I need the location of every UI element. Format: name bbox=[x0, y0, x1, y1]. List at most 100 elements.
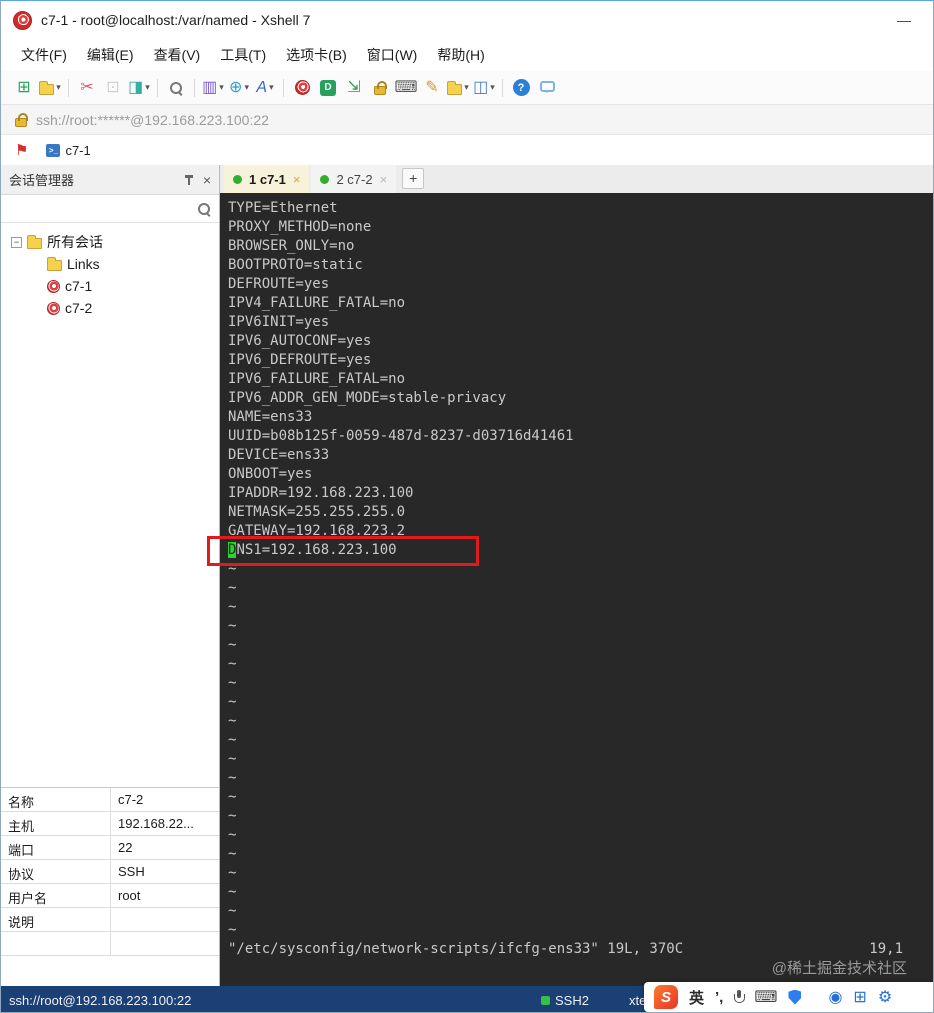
disconnect-icon[interactable]: ✂ bbox=[75, 76, 99, 100]
layout-icon[interactable]: ◫ ▾ bbox=[472, 76, 496, 100]
tab-status-icon bbox=[233, 174, 242, 184]
property-value: root bbox=[118, 888, 141, 903]
tray-circle-icon[interactable]: ◉ bbox=[828, 987, 842, 1007]
new-tab-button[interactable]: + bbox=[402, 168, 425, 189]
terminal-cursor: D bbox=[228, 542, 237, 558]
flag-icon[interactable]: ⚑ bbox=[15, 141, 28, 159]
toolbar-divider bbox=[502, 78, 503, 97]
sidebar-item-item[interactable]: − 所有会话 bbox=[1, 231, 219, 253]
tab-close-icon[interactable]: × bbox=[293, 172, 301, 187]
xshell-window: c7-1 - root@localhost:/var/named - Xshel… bbox=[0, 0, 934, 1013]
sidebar-filler bbox=[1, 956, 219, 986]
tab-close-icon[interactable]: × bbox=[380, 172, 388, 187]
property-value: 22 bbox=[118, 840, 133, 855]
session-properties-icon: ◨ bbox=[128, 78, 144, 96]
folder-icon bbox=[27, 235, 42, 249]
tab-status-icon bbox=[320, 174, 330, 184]
menu-item-tabs[interactable]: 选项卡(B) bbox=[276, 41, 357, 69]
terminal-tilde-line: ~ bbox=[228, 751, 237, 767]
menu-item-view[interactable]: 查看(V) bbox=[144, 41, 211, 69]
lock-icon[interactable] bbox=[368, 76, 392, 100]
send-text-icon: ▥ bbox=[202, 78, 218, 96]
dropdown-arrow-icon: ▾ bbox=[56, 82, 61, 92]
tray-gear-icon[interactable]: ⚙ bbox=[878, 987, 892, 1007]
property-row-name: 名称 c7-2 bbox=[1, 788, 219, 812]
session-properties-icon[interactable]: ◨ ▾ bbox=[127, 76, 151, 100]
pin-icon[interactable] bbox=[184, 174, 194, 186]
property-key: 名称 bbox=[1, 788, 111, 811]
toolbar-divider bbox=[68, 78, 69, 97]
property-value: SSH bbox=[118, 864, 145, 879]
terminal-tab-2-c7-2[interactable]: 2 c7-2 × bbox=[311, 165, 397, 193]
property-key: 主机 bbox=[1, 812, 111, 835]
highlight-pen-icon: ✎ bbox=[425, 78, 439, 96]
terminal-tilde-line: ~ bbox=[228, 561, 237, 577]
transfer-folder-icon bbox=[447, 80, 463, 95]
property-row-description: 说明 bbox=[1, 908, 219, 932]
font-icon[interactable]: A ▾ bbox=[253, 76, 277, 100]
new-session-icon: ⊞ bbox=[17, 78, 31, 96]
quick-session-label: c7-1 bbox=[65, 142, 91, 158]
sidebar-item-c7-1[interactable]: c7-1 bbox=[1, 275, 219, 297]
virtual-keyboard-icon[interactable]: ⌨ bbox=[754, 987, 777, 1007]
collapse-icon[interactable]: − bbox=[11, 236, 22, 248]
highlight-pen-icon[interactable]: ✎ bbox=[420, 76, 444, 100]
find-icon bbox=[169, 81, 183, 95]
terminal-tilde-line: ~ bbox=[228, 675, 237, 691]
help-icon[interactable]: ? bbox=[509, 76, 533, 100]
input-shield-icon[interactable] bbox=[788, 989, 802, 1005]
terminal-line: BOOTPROTO=static bbox=[228, 257, 363, 273]
microphone-icon[interactable] bbox=[734, 989, 746, 1005]
keyboard-icon: ⌨ bbox=[394, 78, 418, 96]
menu-item-tools[interactable]: 工具(T) bbox=[210, 41, 276, 69]
paste-icon: ⊡ bbox=[101, 76, 125, 100]
find-icon[interactable] bbox=[164, 76, 188, 100]
font-icon: A bbox=[256, 78, 268, 96]
tree-label: Links bbox=[67, 256, 100, 272]
send-text-icon[interactable]: ▥ ▾ bbox=[201, 76, 225, 100]
terminal-line: NETMASK=255.255.255.0 bbox=[228, 504, 406, 520]
vi-status-line: "/etc/sysconfig/network-scripts/ifcfg-en… bbox=[228, 940, 933, 959]
dropdown-arrow-icon: ▾ bbox=[464, 82, 469, 92]
property-row-protocol: 协议 SSH bbox=[1, 860, 219, 884]
feedback-icon[interactable] bbox=[535, 76, 559, 100]
ime-language-toggle[interactable]: 英 bbox=[689, 987, 704, 1008]
terminal-tilde-line: ~ bbox=[228, 599, 237, 615]
encoding-globe-icon[interactable]: ⊕ ▾ bbox=[227, 76, 251, 100]
menu-item-window[interactable]: 窗口(W) bbox=[357, 41, 428, 69]
keyboard-icon[interactable]: ⌨ bbox=[394, 76, 418, 100]
toolbar-divider bbox=[283, 78, 284, 97]
fullscreen-icon[interactable]: ⇲ bbox=[342, 76, 366, 100]
menu-item-file[interactable]: 文件(F) bbox=[11, 41, 77, 69]
menu-item-help[interactable]: 帮助(H) bbox=[427, 41, 494, 69]
address-url[interactable]: ssh://root:******@192.168.223.100:22 bbox=[36, 112, 269, 128]
new-session-icon[interactable]: ⊞ bbox=[12, 76, 36, 100]
transfer-folder-icon[interactable]: ▾ bbox=[446, 76, 470, 100]
toolbar-divider bbox=[157, 78, 158, 97]
terminal-line: IPV6_ADDR_GEN_MODE=stable-privacy bbox=[228, 390, 507, 406]
close-panel-icon[interactable]: × bbox=[203, 173, 211, 187]
terminal-line: UUID=b08b125f-0059-487d-8237-d03716d4146… bbox=[228, 428, 574, 444]
sidebar-item-links[interactable]: Links bbox=[1, 253, 219, 275]
session-search-box[interactable] bbox=[1, 195, 219, 223]
tray-grid-icon[interactable]: ⊞ bbox=[853, 987, 866, 1007]
terminal-line: NAME=ens33 bbox=[228, 409, 313, 425]
vi-cursor-position: 19,1 bbox=[869, 941, 903, 957]
menu-item-edit[interactable]: 编辑(E) bbox=[77, 41, 144, 69]
tab-label: 2 c7-2 bbox=[336, 171, 373, 187]
xshell-logo-icon[interactable] bbox=[290, 76, 314, 100]
terminal-tilde-line: ~ bbox=[228, 789, 237, 805]
terminal-screen[interactable]: TYPE=Ethernet PROXY_METHOD=none BROWSER_ON… bbox=[207, 193, 933, 986]
minimize-button[interactable]: — bbox=[887, 12, 921, 28]
terminal-tab-1-c7-1[interactable]: 1 c7-1 × bbox=[224, 165, 310, 193]
sogou-logo-icon[interactable]: S bbox=[654, 985, 678, 1009]
folder-icon bbox=[47, 257, 62, 271]
address-lock-icon bbox=[15, 113, 28, 127]
xftp-icon[interactable]: D bbox=[316, 76, 340, 100]
quick-session-button[interactable]: >_ c7-1 bbox=[40, 141, 96, 160]
property-value bbox=[111, 932, 219, 955]
sidebar-item-c7-2[interactable]: c7-2 bbox=[1, 297, 219, 319]
ime-punctuation-toggle[interactable]: ’, bbox=[715, 989, 723, 1006]
open-session-icon[interactable]: ▾ bbox=[38, 76, 62, 100]
property-value: c7-2 bbox=[118, 792, 144, 807]
